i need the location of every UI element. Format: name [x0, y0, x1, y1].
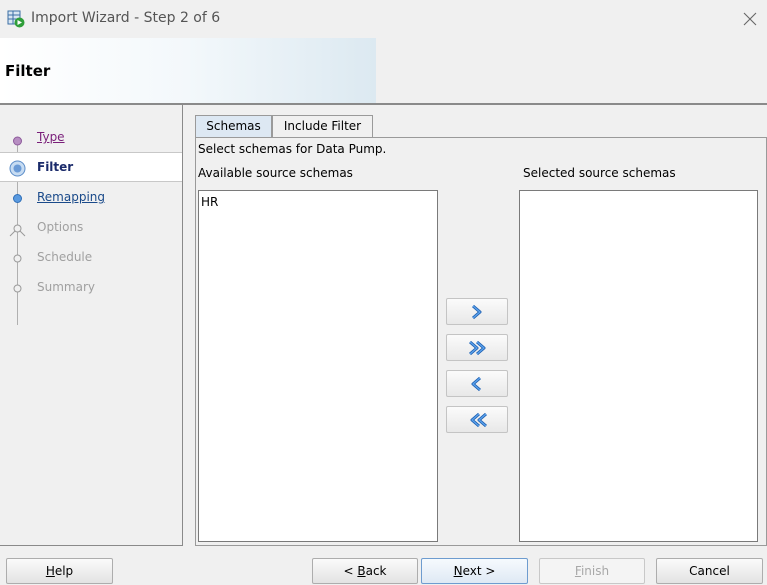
step-pending-marker-icon [13, 254, 22, 263]
step-label: Options [37, 220, 84, 234]
step-remapping[interactable]: Remapping [0, 183, 182, 213]
tab-include-filter[interactable]: Include Filter [272, 115, 373, 137]
button-label: < [343, 564, 358, 578]
next-button[interactable]: Next > [421, 558, 528, 584]
close-button[interactable] [735, 0, 767, 38]
help-button[interactable]: Help [6, 558, 113, 584]
step-branch-marker-icon [9, 224, 26, 237]
double-chevron-right-icon [469, 340, 486, 356]
list-item[interactable]: HR [201, 195, 218, 209]
step-visited-marker-icon [13, 136, 22, 146]
move-all-left-button[interactable] [446, 406, 508, 433]
move-all-right-button[interactable] [446, 334, 508, 361]
move-selected-right-button[interactable] [446, 298, 508, 325]
button-mnemonic: N [453, 564, 463, 578]
schemas-panel: Select schemas for Data Pump. Available … [195, 137, 767, 546]
header-gradient [0, 38, 376, 104]
available-schemas-list[interactable]: HR [198, 190, 438, 542]
back-button[interactable]: < Back [312, 558, 418, 584]
button-mnemonic: H [45, 564, 55, 578]
single-chevron-left-icon [471, 376, 481, 392]
page-header: Filter [0, 38, 767, 104]
step-label: Remapping [37, 190, 106, 204]
import-wizard-icon [7, 10, 25, 28]
selected-schemas-list[interactable] [519, 190, 758, 542]
step-pending-marker-icon [13, 284, 22, 293]
step-label: Summary [37, 280, 95, 294]
wizard-steps-panel: Type Filter Remapping Options Schedule S… [0, 105, 183, 546]
finish-button: Finish [539, 558, 645, 584]
step-filter[interactable]: Filter [0, 152, 182, 182]
button-mnemonic: B [357, 564, 366, 578]
panel-description: Select schemas for Data Pump. [198, 142, 387, 156]
step-current-marker-icon [9, 160, 26, 177]
title-bar: Import Wizard - Step 2 of 6 [0, 0, 767, 38]
step-label: Filter [37, 160, 74, 174]
cancel-button[interactable]: Cancel [656, 558, 763, 584]
selected-schemas-label: Selected source schemas [523, 166, 676, 180]
single-chevron-right-icon [472, 304, 482, 320]
button-label: ack [365, 564, 387, 578]
step-label: Type [37, 130, 65, 144]
button-label: Cancel [689, 564, 730, 578]
button-label: elp [54, 564, 74, 578]
close-icon [743, 12, 757, 26]
step-summary: Summary [0, 273, 182, 303]
step-type[interactable]: Type [0, 123, 182, 153]
move-selected-left-button[interactable] [446, 370, 508, 397]
button-label: ext > [462, 564, 496, 578]
window-title: Import Wizard - Step 2 of 6 [31, 10, 221, 26]
step-options: Options [0, 213, 182, 243]
double-chevron-left-icon [470, 412, 487, 428]
available-schemas-label: Available source schemas [198, 166, 353, 180]
button-label: inish [580, 564, 610, 578]
step-next-marker-icon [13, 194, 22, 203]
page-title: Filter [5, 62, 51, 80]
step-schedule: Schedule [0, 243, 182, 273]
step-label: Schedule [37, 250, 93, 264]
tab-schemas[interactable]: Schemas [195, 115, 272, 137]
